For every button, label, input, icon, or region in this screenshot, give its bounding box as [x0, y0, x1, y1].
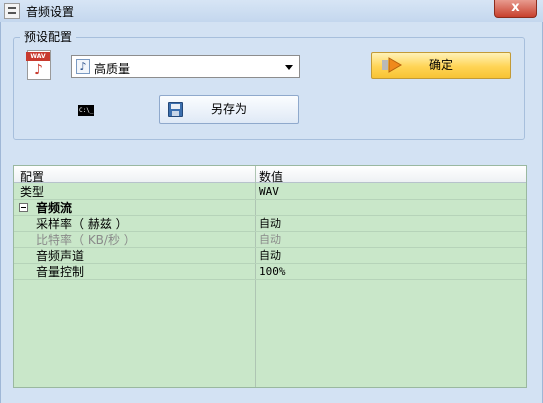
arrow-right-icon: [382, 57, 402, 73]
column-header-value[interactable]: 数值: [259, 168, 283, 185]
table-row[interactable]: 音量控制 100%: [14, 264, 526, 280]
row-value: 自动: [259, 217, 281, 230]
row-key: 音频声道: [36, 249, 85, 263]
preset-select-value: 高质量: [94, 62, 131, 76]
row-key: 音量控制: [36, 265, 85, 279]
music-note-icon: ♪: [34, 62, 43, 78]
row-key: 比特率（ KB/秒 ）: [36, 233, 136, 247]
save-as-button-label: 另存为: [210, 102, 247, 116]
wav-file-icon: WAV ♪: [26, 50, 51, 80]
save-as-button[interactable]: 另存为: [159, 95, 299, 124]
category-row-audio-stream[interactable]: 音频流: [14, 200, 526, 216]
window-title: 音频设置: [26, 5, 75, 19]
column-header-key[interactable]: 配置: [20, 168, 44, 185]
title-bar: 音频设置 x: [0, 0, 543, 22]
table-row[interactable]: 采样率（ 赫兹 ） 自动: [14, 216, 526, 232]
property-grid-header: 配置 数值: [14, 166, 526, 185]
wav-icon-label: WAV: [26, 52, 50, 61]
row-key: 采样率（ 赫兹 ）: [36, 217, 128, 231]
preset-select[interactable]: ♪ 高质量: [71, 55, 300, 78]
confirm-button[interactable]: 确定: [371, 52, 511, 79]
chevron-down-icon[interactable]: [285, 65, 293, 70]
table-row: 比特率（ KB/秒 ） 自动: [14, 232, 526, 248]
row-value: WAV: [259, 185, 279, 198]
floppy-disk-icon: [168, 102, 183, 117]
row-value: 100%: [259, 265, 286, 278]
table-row[interactable]: 类型 WAV: [14, 184, 526, 200]
property-grid[interactable]: 配置 数值 类型 WAV 音频流 采样率（ 赫兹 ） 自动 比特率（ KB/秒 …: [13, 165, 527, 388]
preset-group-title: 预设配置: [20, 28, 77, 45]
row-value: 自动: [259, 233, 281, 246]
music-note-icon: ♪: [76, 59, 90, 74]
app-icon: [4, 3, 20, 19]
row-key: 类型: [20, 185, 45, 199]
confirm-button-label: 确定: [428, 58, 453, 72]
category-label: 音频流: [36, 201, 73, 215]
row-value: 自动: [259, 249, 281, 262]
close-button[interactable]: x: [494, 0, 537, 18]
collapse-icon[interactable]: [19, 203, 28, 212]
console-icon: C:\_: [78, 105, 94, 116]
table-row[interactable]: 音频声道 自动: [14, 248, 526, 264]
